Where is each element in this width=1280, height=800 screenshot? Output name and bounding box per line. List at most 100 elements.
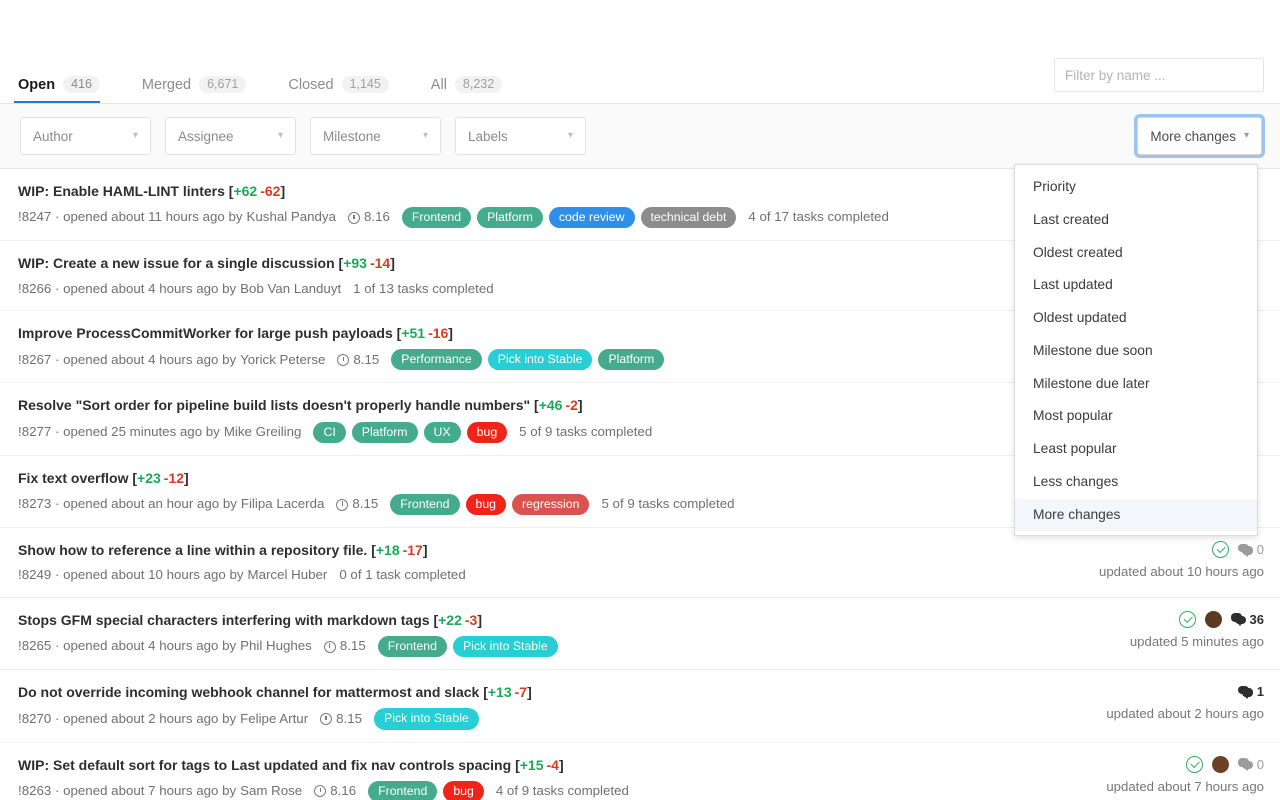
sort-option-most-popular[interactable]: Most popular [1015, 400, 1257, 433]
label-chip[interactable]: Frontend [377, 636, 447, 658]
author-name[interactable]: Marcel Huber [248, 566, 328, 585]
milestone-label: 8.16 [330, 783, 357, 799]
sort-option-less-changes[interactable]: Less changes [1015, 466, 1257, 499]
filter-label: Author [33, 128, 73, 144]
pipeline-success-icon[interactable] [1178, 610, 1196, 628]
merge-request-row[interactable]: Show how to reference a line within a re… [0, 528, 1280, 598]
task-progress: 1 of 13 tasks completed [353, 280, 494, 296]
tab-merged[interactable]: Merged 6,671 [138, 48, 262, 103]
sort-option-priority[interactable]: Priority [1015, 171, 1257, 204]
milestone[interactable]: 8.15 [323, 637, 366, 656]
merge-request-title[interactable]: Do not override incoming webhook channel… [18, 683, 1264, 701]
filter-dropdowns: Author ▾ Assignee ▾ Milestone ▾ Labels ▾ [20, 117, 586, 155]
filter-author[interactable]: Author ▾ [20, 117, 151, 155]
comment-count-group[interactable]: 1 [1237, 684, 1264, 700]
label-chip[interactable]: Frontend [401, 207, 472, 229]
label-chip[interactable]: Platform [351, 421, 418, 443]
merge-request-row[interactable]: Do not override incoming webhook channel… [0, 670, 1280, 743]
tab-all[interactable]: All 8,232 [427, 48, 518, 103]
milestone[interactable]: 8.16 [347, 208, 390, 227]
milestone[interactable]: 8.16 [314, 782, 356, 800]
merge-request-title[interactable]: Show how to reference a line within a re… [18, 541, 1264, 559]
sort-option-milestone-due-soon[interactable]: Milestone due soon [1015, 335, 1257, 368]
comment-count-group[interactable]: 0 [1237, 542, 1264, 557]
milestone[interactable]: 8.15 [337, 351, 379, 370]
sort-option-milestone-due-later[interactable]: Milestone due later [1015, 368, 1257, 401]
author-name[interactable]: Felipe Artur [240, 710, 308, 729]
opened-text: opened about 4 hours ago by [63, 351, 237, 367]
sort-option-last-updated[interactable]: Last updated [1015, 269, 1257, 302]
comment-count-group[interactable]: 0 [1237, 757, 1264, 772]
filter-assignee[interactable]: Assignee ▾ [165, 117, 296, 155]
merge-request-id[interactable]: !8273 [18, 495, 51, 514]
merge-request-id[interactable]: !8265 [18, 637, 51, 656]
lines-removed: -14 [369, 255, 391, 272]
sort-option-last-created[interactable]: Last created [1015, 204, 1257, 237]
label-chip[interactable]: Pick into Stable [452, 636, 558, 658]
lines-removed: -7 [514, 684, 528, 701]
author-name[interactable]: Filipa Lacerda [241, 495, 325, 514]
label-chip[interactable]: UX [423, 421, 461, 443]
label-chip[interactable]: regression [512, 493, 590, 516]
merge-request-id[interactable]: !8267 [18, 351, 51, 370]
comment-count: 1 [1256, 684, 1264, 700]
merge-request-id[interactable]: !8247 [18, 208, 51, 227]
label-chip[interactable]: technical debt [640, 207, 737, 229]
label-chip[interactable]: Pick into Stable [487, 349, 593, 371]
sort-dropdown-menu[interactable]: Priority Last created Oldest created Last u… [1014, 164, 1258, 537]
lines-added: +62 [233, 183, 258, 199]
merge-request-id[interactable]: !8263 [18, 782, 51, 800]
merge-request-row[interactable]: WIP: Set default sort for tags to Last u… [0, 743, 1280, 800]
opened-text: opened about 4 hours ago by [63, 280, 237, 296]
label-chip[interactable]: Platform [598, 349, 665, 371]
label-chip[interactable]: Performance [391, 349, 482, 371]
tab-closed[interactable]: Closed 1,145 [284, 48, 404, 103]
milestone[interactable]: 8.15 [336, 495, 378, 514]
author-name[interactable]: Sam Rose [240, 782, 302, 800]
sort-dropdown-button[interactable]: More changes ▾ [1137, 117, 1262, 155]
merge-request-id[interactable]: !8266 [18, 280, 51, 299]
search-input[interactable] [1054, 58, 1264, 92]
filter-labels[interactable]: Labels ▾ [455, 117, 586, 155]
label-chip[interactable]: Pick into Stable [374, 708, 479, 730]
diff-stats: [+46 -2] [534, 397, 583, 414]
author-name[interactable]: Kushal Pandya [247, 208, 336, 227]
author-name[interactable]: Mike Greiling [224, 423, 302, 442]
milestone[interactable]: 8.15 [320, 710, 362, 729]
status-icons: 0 [1185, 755, 1264, 774]
opened-text: opened about 2 hours ago by [63, 710, 237, 726]
label-chip[interactable]: bug [466, 421, 508, 443]
author-name[interactable]: Yorick Peterse [240, 351, 325, 370]
separator-dot: · [51, 638, 64, 654]
comment-count-group[interactable]: 36 [1230, 612, 1264, 627]
label-chip[interactable]: Platform [477, 207, 543, 229]
lines-added: +23 [137, 469, 161, 486]
filter-milestone[interactable]: Milestone ▾ [310, 117, 441, 155]
label-chip[interactable]: CI [313, 421, 346, 443]
pipeline-success-icon[interactable] [1185, 755, 1203, 773]
sort-option-oldest-created[interactable]: Oldest created [1015, 237, 1257, 270]
label-chip[interactable]: bug [465, 493, 507, 516]
avatar[interactable] [1204, 610, 1222, 628]
separator-dot: · [51, 351, 64, 367]
filter-bar: Author ▾ Assignee ▾ Milestone ▾ Labels ▾ More c… [0, 104, 1280, 169]
merge-request-id[interactable]: !8249 [18, 566, 51, 585]
merge-request-title[interactable]: WIP: Set default sort for tags to Last u… [18, 756, 1264, 774]
merge-request-title[interactable]: Stops GFM special characters interfering… [18, 611, 1264, 629]
sort-option-oldest-updated[interactable]: Oldest updated [1015, 302, 1257, 335]
sort-option-more-changes[interactable]: More changes [1015, 498, 1257, 532]
pipeline-success-icon[interactable] [1211, 541, 1229, 559]
author-name[interactable]: Phil Hughes [240, 637, 312, 656]
label-chip[interactable]: Frontend [368, 780, 438, 800]
tab-open[interactable]: Open 416 [14, 48, 116, 103]
author-name[interactable]: Bob Van Landuyt [240, 280, 341, 299]
label-chip[interactable]: Frontend [390, 493, 460, 516]
sort-option-least-popular[interactable]: Least popular [1015, 433, 1257, 466]
avatar[interactable] [1211, 755, 1229, 773]
label-chip[interactable]: code review [548, 207, 635, 229]
merge-request-id[interactable]: !8270 [18, 710, 51, 729]
tab-count-badge: 416 [63, 75, 100, 94]
merge-request-row[interactable]: Stops GFM special characters interfering… [0, 598, 1280, 671]
label-chip[interactable]: bug [443, 780, 484, 800]
merge-request-id[interactable]: !8277 [18, 423, 51, 442]
